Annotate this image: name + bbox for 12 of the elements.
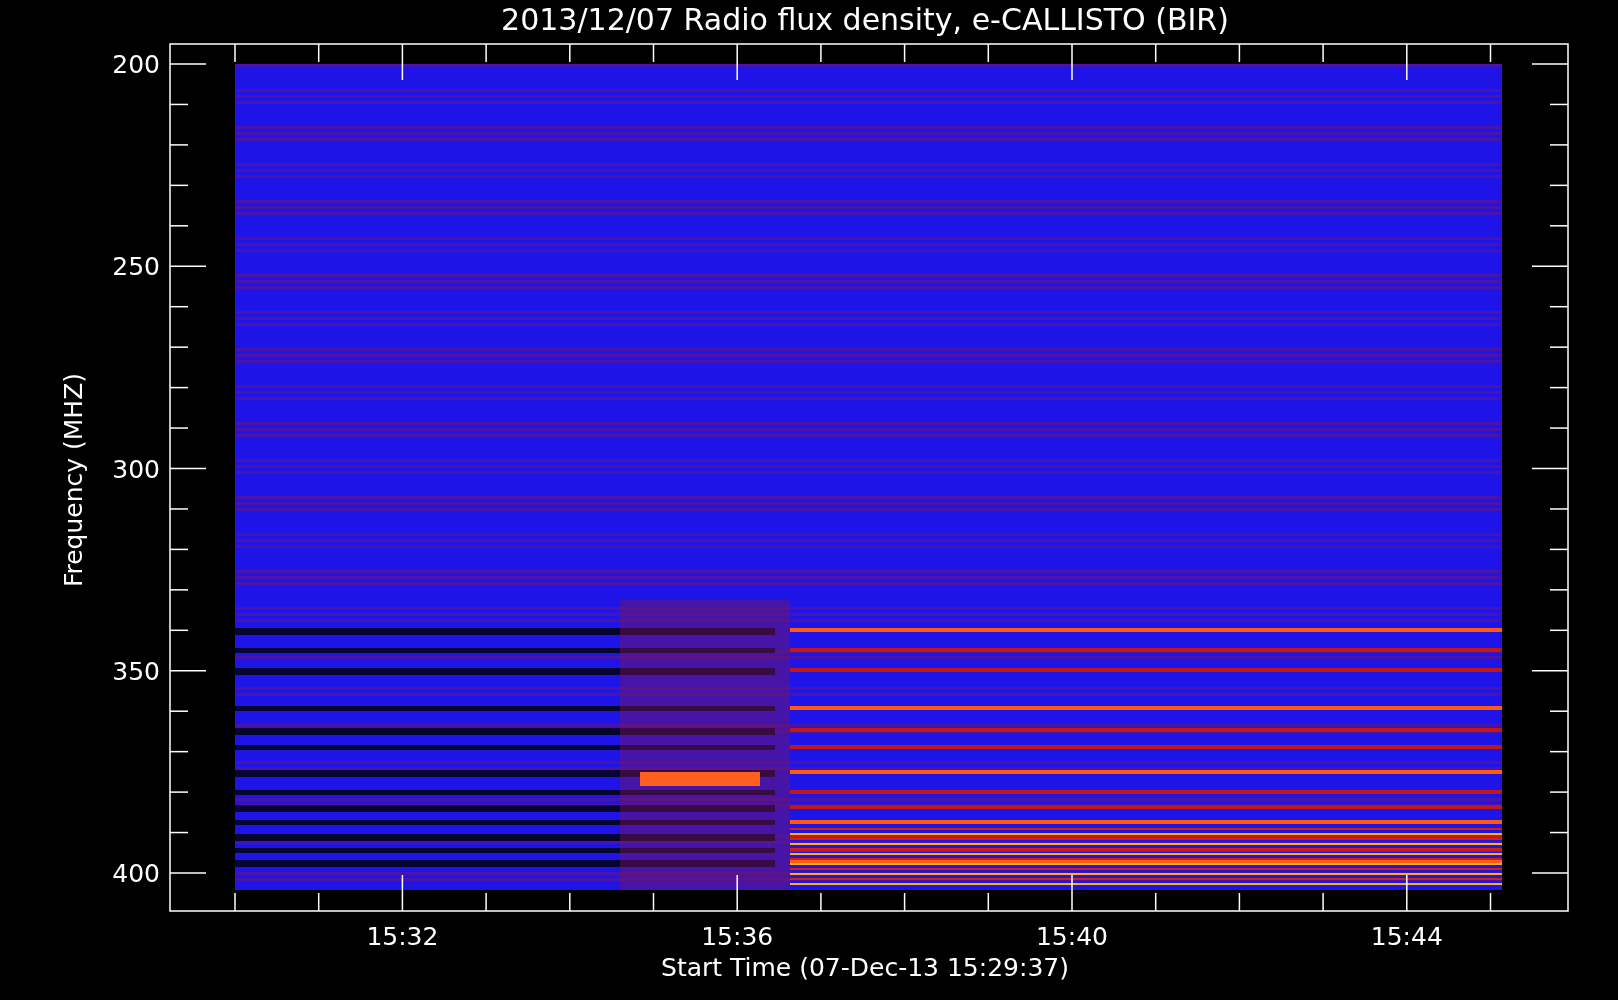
- axis-tick-label: 200: [112, 50, 160, 79]
- chart-title: 2013/12/07 Radio flux density, e-CALLISTO (BIR): [501, 2, 1229, 37]
- axis-tick-label: 15:44: [1370, 922, 1443, 951]
- axis-tick-label: 300: [112, 454, 160, 484]
- axis-tick-label: 250: [112, 252, 160, 282]
- axis-tick-label: 400: [112, 859, 160, 888]
- axis-tick-label: 15:40: [1036, 922, 1108, 951]
- axis-title: Frequency (MHZ): [59, 372, 88, 588]
- axis-tick-label: 350: [112, 656, 160, 686]
- axis-tick-label: 15:36: [701, 922, 774, 951]
- axis-title: Start Time (07-Dec-13 15:29:37): [661, 953, 1069, 982]
- axis-tick-label: 15:32: [366, 922, 439, 951]
